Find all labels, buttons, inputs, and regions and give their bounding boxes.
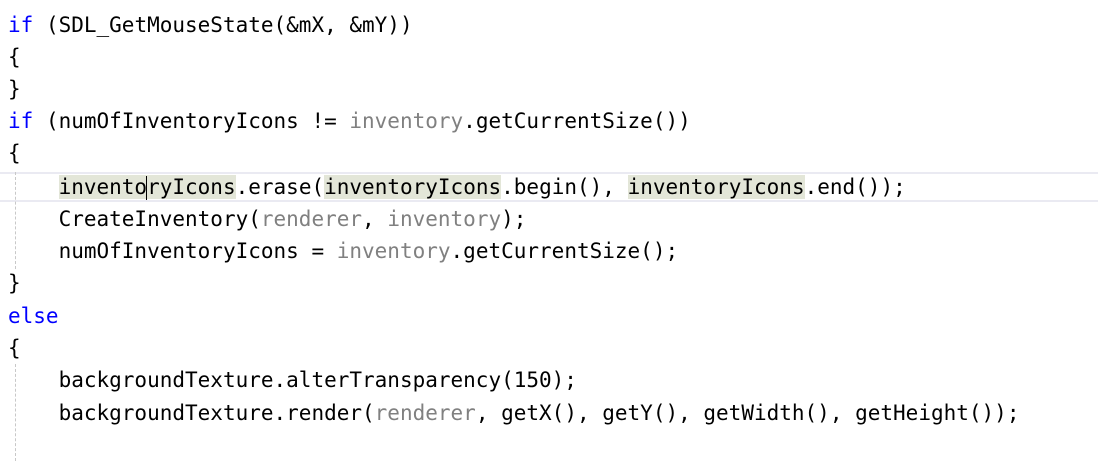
code-text: .getCurrentSize();	[450, 239, 679, 263]
code-text: (SDL_GetMouseState(&mX, &mY))	[33, 13, 413, 37]
code-text: , getX(), getY(), getWidth(), getHeight(…	[475, 401, 1020, 425]
highlighted-reference: invento	[58, 175, 148, 199]
code-line-7[interactable]: CreateInventory(renderer, inventory);	[8, 203, 527, 235]
code-text: ,	[362, 207, 388, 231]
code-line-12[interactable]: backgroundTexture.alterTransparency(150)…	[8, 364, 577, 396]
highlighted-reference: inventoryIcons	[627, 175, 805, 199]
code-text: );	[501, 207, 527, 231]
parameter-reference: renderer	[374, 401, 476, 425]
code-line-8[interactable]: numOfInventoryIcons = inventory.getCurre…	[8, 235, 679, 267]
parameter-reference: renderer	[260, 207, 363, 231]
code-line-13[interactable]: backgroundTexture.render(renderer, getX(…	[8, 397, 1020, 429]
code-line-6[interactable]: inventoryIcons.erase(inventoryIcons.begi…	[8, 171, 906, 203]
code-text: .getCurrentSize())	[463, 109, 691, 133]
code-text: .erase(	[235, 175, 325, 199]
code-line-5[interactable]: {	[8, 137, 21, 169]
code-line-9[interactable]: }	[8, 267, 21, 299]
parameter-reference: inventory	[387, 207, 502, 231]
code-text: backgroundTexture.alterTransparency(150)…	[58, 368, 577, 392]
keyword: if	[8, 109, 34, 133]
parameter-reference: inventory	[349, 109, 464, 133]
code-line-4[interactable]: if (numOfInventoryIcons != inventory.get…	[8, 105, 691, 137]
code-line-10[interactable]: else	[8, 300, 59, 332]
code-text: (numOfInventoryIcons !=	[33, 109, 350, 133]
code-text: backgroundTexture.render(	[58, 401, 375, 425]
highlighted-reference: ryIcons	[147, 175, 236, 199]
code-line-3[interactable]: }	[8, 73, 21, 105]
keyword: if	[8, 13, 34, 37]
keyword: else	[8, 304, 59, 328]
code-text: numOfInventoryIcons =	[58, 239, 337, 263]
code-line-1[interactable]: if (SDL_GetMouseState(&mX, &mY))	[8, 9, 413, 41]
open-brace: {	[8, 45, 21, 69]
code-editor[interactable]: if (SDL_GetMouseState(&mX, &mY)) { } if …	[0, 0, 1098, 461]
code-text: .end());	[804, 175, 906, 199]
close-brace: }	[8, 271, 21, 295]
code-line-2[interactable]: {	[8, 41, 21, 73]
open-brace: {	[8, 141, 21, 165]
open-brace: {	[8, 336, 21, 360]
code-line-11[interactable]: {	[8, 332, 21, 364]
highlighted-reference: inventoryIcons	[324, 175, 502, 199]
code-text: .begin(),	[501, 175, 628, 199]
close-brace: }	[8, 77, 21, 101]
parameter-reference: inventory	[336, 239, 451, 263]
code-text: CreateInventory(	[58, 207, 261, 231]
